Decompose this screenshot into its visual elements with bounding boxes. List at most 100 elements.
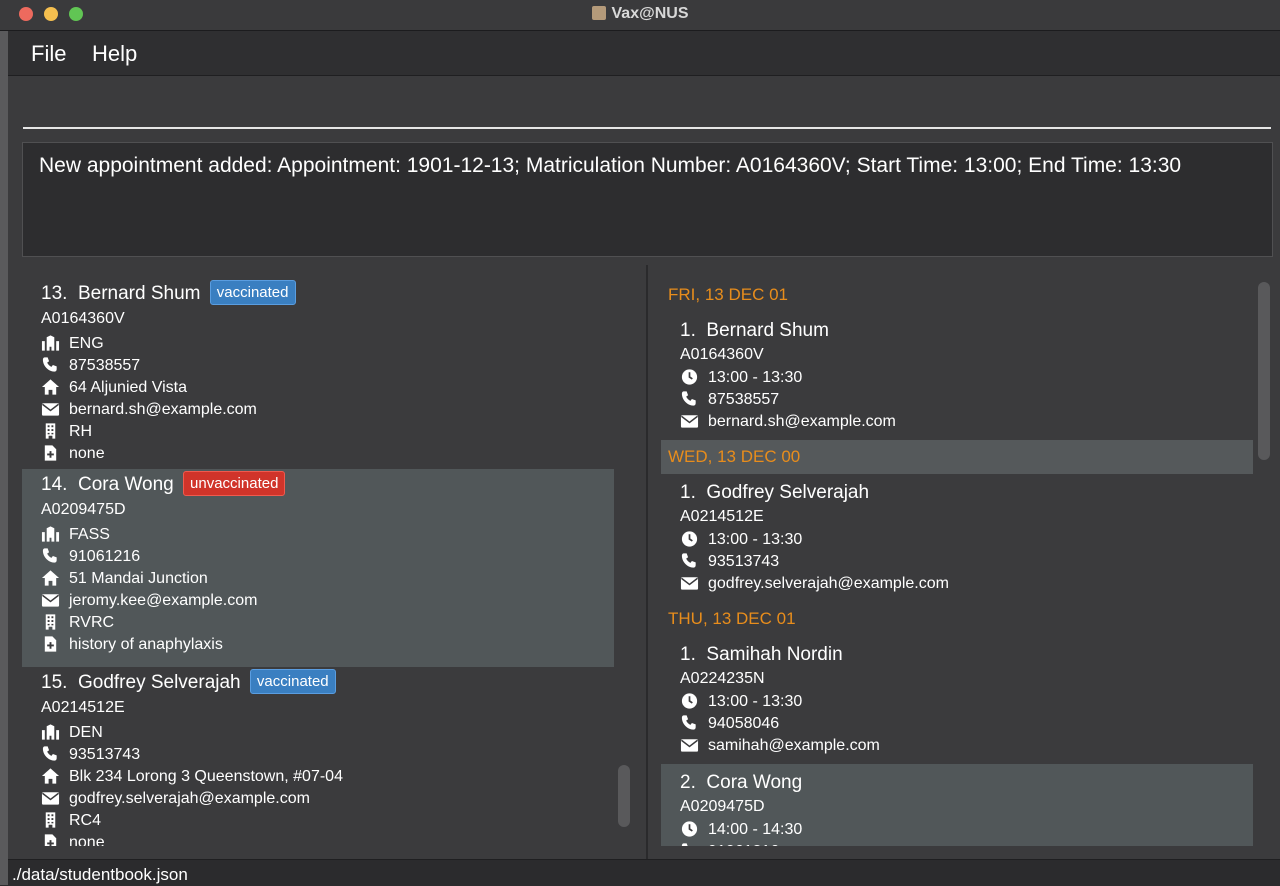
appointment-list[interactable]: FRI, 13 DEC 01 1. Bernard Shum A0164360V 13…	[661, 278, 1253, 846]
email-icon	[680, 736, 700, 754]
appointment-time: 13:00 - 13:30	[680, 692, 802, 712]
command-input[interactable]	[23, 85, 1271, 129]
appointment-email-text: bernard.sh@example.com	[708, 413, 896, 430]
student-residence-text: RVRC	[69, 614, 115, 631]
student-phone: 87538557	[41, 356, 140, 376]
appointment-phone: 91061216	[680, 842, 779, 846]
menu-bar: File Help	[8, 31, 1280, 76]
appointment-time-text: 13:00 - 13:30	[708, 531, 803, 548]
appointment-student-name: Godfrey Selverajah	[706, 482, 870, 503]
menu-help[interactable]: Help	[92, 41, 137, 67]
appointment-phone: 94058046	[680, 714, 779, 734]
clock-icon	[680, 530, 700, 548]
student-address-text: 64 Aljunied Vista	[69, 379, 188, 396]
email-icon	[680, 574, 700, 592]
student-email: bernard.sh@example.com	[41, 400, 257, 420]
window-title-text: Vax@NUS	[611, 5, 689, 22]
student-address: 51 Mandai Junction	[41, 569, 208, 589]
student-index: 13.	[41, 283, 68, 304]
email-icon	[680, 412, 700, 430]
student-email: godfrey.selverajah@example.com	[41, 789, 310, 809]
matric-number: A0164360V	[41, 310, 125, 327]
student-phone: 91061216	[41, 547, 140, 567]
appointment-time: 13:00 - 13:30	[680, 368, 802, 388]
appointment-name: 2. Cora Wong	[680, 772, 802, 794]
student-residence: RVRC	[41, 613, 114, 633]
student-residence: RC4	[41, 811, 101, 831]
appointment-phone-text: 94058046	[708, 715, 780, 732]
faculty-icon	[41, 723, 61, 741]
building-icon	[41, 422, 61, 440]
student-list-scrollbar[interactable]	[618, 765, 630, 827]
student-faculty: FASS	[41, 525, 110, 545]
home-icon	[41, 378, 61, 396]
appointment-phone: 87538557	[680, 390, 779, 410]
student-email: jeromy.kee@example.com	[41, 591, 257, 611]
student-header: 15. Godfrey Selverajah vaccinated	[41, 669, 336, 694]
student-medical: none	[41, 444, 105, 464]
student-medical: none	[41, 833, 105, 846]
clock-icon	[680, 692, 700, 710]
appointment-matric: A0214512E	[680, 508, 764, 525]
appointment-email: bernard.sh@example.com	[680, 412, 896, 432]
appointment-phone: 93513743	[680, 552, 779, 572]
student-email-text: jeromy.kee@example.com	[69, 592, 258, 609]
appointment-time-text: 13:00 - 13:30	[708, 369, 803, 386]
phone-icon	[41, 356, 61, 374]
student-address: 64 Aljunied Vista	[41, 378, 187, 398]
appointment-card[interactable]: 1. Bernard Shum A0164360V 13:00 - 13:30 875…	[661, 312, 1253, 440]
student-medical-text: history of anaphylaxis	[69, 636, 223, 653]
appointment-phone-text: 91061216	[708, 843, 779, 846]
appointment-phone-text: 87538557	[708, 391, 780, 408]
student-residence: RH	[41, 422, 92, 442]
student-header: 14. Cora Wong unvaccinated	[41, 471, 286, 496]
vaccination-status-badge: vaccinated	[209, 280, 296, 305]
appointment-name: 1. Bernard Shum	[680, 320, 829, 342]
student-phone-text: 87538557	[69, 357, 141, 374]
window-titlebar: Vax@NUS	[0, 0, 1280, 31]
faculty-icon	[41, 334, 61, 352]
home-icon	[41, 569, 61, 587]
appointment-name: 1. Samihah Nordin	[680, 644, 843, 666]
student-name: Godfrey Selverajah	[77, 672, 241, 693]
menu-file[interactable]: File	[31, 41, 66, 67]
appointment-matric: A0164360V	[680, 346, 764, 363]
student-medical: history of anaphylaxis	[41, 635, 223, 655]
vaccination-status-badge: unvaccinated	[183, 471, 286, 496]
student-medical-text: none	[69, 834, 105, 846]
panel-divider[interactable]	[646, 265, 648, 859]
student-card[interactable]: 13. Bernard Shum vaccinated A0164360V ENG 8…	[22, 278, 614, 469]
student-email-text: godfrey.selverajah@example.com	[69, 790, 310, 807]
student-address: Blk 234 Lorong 3 Queenstown, #07-04	[41, 767, 343, 787]
student-faculty-text: ENG	[69, 335, 104, 352]
phone-icon	[680, 390, 700, 408]
appointment-index: 1.	[680, 482, 696, 503]
status-bar: ./data/studentbook.json	[8, 859, 1280, 886]
appointment-index: 1.	[680, 320, 696, 341]
clock-icon	[680, 820, 700, 838]
appointment-card[interactable]: 1. Samihah Nordin A0224235N 13:00 - 13:30 9…	[661, 636, 1253, 762]
appointment-time: 14:00 - 14:30	[680, 820, 802, 840]
student-residence-text: RH	[69, 423, 93, 440]
appointment-email-text: godfrey.selverajah@example.com	[708, 575, 949, 592]
student-header: 13. Bernard Shum vaccinated	[41, 280, 296, 305]
home-icon	[41, 767, 61, 785]
student-card[interactable]: 15. Godfrey Selverajah vaccinated A021451…	[22, 667, 614, 846]
student-medical-text: none	[69, 445, 105, 462]
student-list[interactable]: 13. Bernard Shum vaccinated A0164360V ENG 8…	[22, 278, 614, 846]
background-window-strip	[0, 31, 8, 885]
building-icon	[41, 811, 61, 829]
matric-number: A0209475D	[41, 501, 126, 518]
appointment-time-text: 13:00 - 13:30	[708, 693, 803, 710]
student-index: 14.	[41, 474, 68, 495]
email-icon	[41, 591, 61, 609]
appointment-list-scrollbar[interactable]	[1258, 282, 1270, 460]
student-card[interactable]: 14. Cora Wong unvaccinated A0209475D FASS 9…	[22, 469, 614, 667]
medical-icon	[41, 444, 61, 462]
appointment-phone-text: 93513743	[708, 553, 780, 570]
appointment-card[interactable]: 2. Cora Wong A0209475D 14:00 - 14:30 910612…	[661, 764, 1253, 846]
appointment-card[interactable]: 1. Godfrey Selverajah A0214512E 13:00 - 13…	[661, 474, 1253, 602]
student-faculty-text: DEN	[69, 724, 103, 741]
window-title: Vax@NUS	[0, 5, 1280, 23]
appointment-name: 1. Godfrey Selverajah	[680, 482, 869, 504]
